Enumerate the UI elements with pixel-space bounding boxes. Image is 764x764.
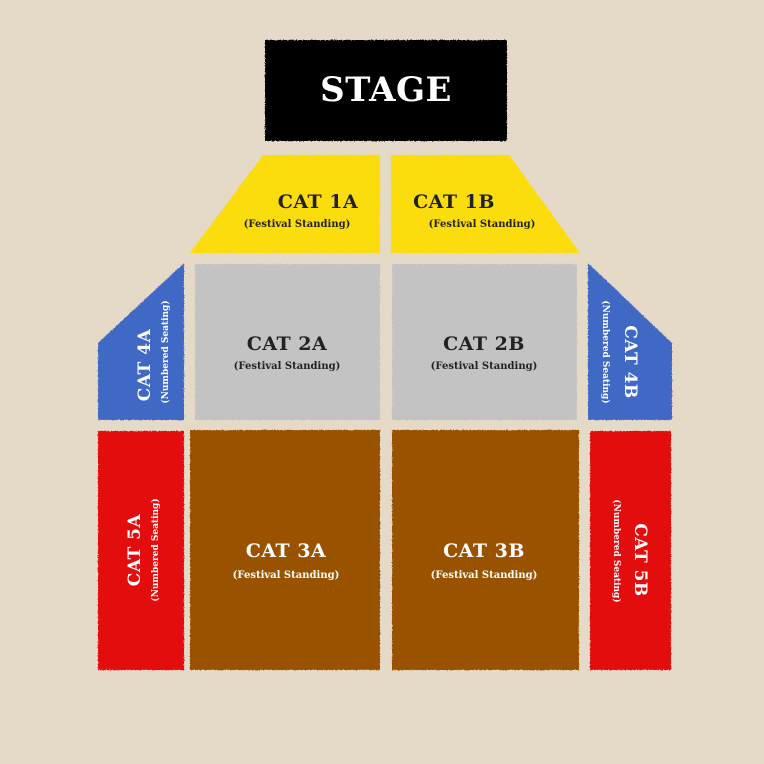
section-cat-1a-label: CAT 1A [278, 191, 359, 213]
section-cat-4b[interactable]: CAT 4B (Numbered Seating) [588, 263, 672, 420]
section-cat-3a[interactable]: CAT 3A (Festival Standing) [190, 430, 380, 670]
section-cat-5b[interactable]: CAT 5B (Numbered Seating) [590, 431, 671, 670]
section-cat-3b[interactable]: CAT 3B (Festival Standing) [392, 430, 579, 670]
section-cat-5b-type: (Numbered Seating) [611, 499, 622, 602]
section-cat-4a-label: CAT 4A [135, 329, 155, 402]
section-cat-4a-type: (Numbered Seating) [160, 300, 171, 403]
section-cat-2b-label: CAT 2B [443, 333, 525, 355]
section-cat-1a[interactable]: CAT 1A (Festival Standing) [190, 155, 380, 253]
section-cat-1b[interactable]: CAT 1B (Festival Standing) [391, 155, 580, 253]
section-cat-1b-label: CAT 1B [413, 191, 495, 213]
section-cat-4b-label: CAT 4B [620, 325, 640, 399]
section-cat-2a-type: (Festival Standing) [234, 361, 341, 372]
section-cat-1a-type: (Festival Standing) [244, 219, 351, 230]
stage: STAGE [265, 40, 507, 141]
section-cat-2b[interactable]: CAT 2B (Festival Standing) [392, 264, 577, 420]
section-cat-2a-label: CAT 2A [247, 333, 328, 355]
section-cat-2a[interactable]: CAT 2A (Festival Standing) [195, 264, 380, 420]
stage-label: STAGE [320, 70, 452, 110]
section-cat-2b-type: (Festival Standing) [431, 361, 538, 372]
section-cat-3a-label: CAT 3A [246, 540, 327, 562]
section-cat-5a[interactable]: CAT 5A (Numbered Seating) [98, 431, 184, 670]
section-cat-4b-type: (Numbered Seating) [600, 300, 611, 403]
section-cat-5a-type: (Numbered Seating) [150, 498, 161, 601]
seating-map: STAGE CAT 1A (Festival Standing) CAT 1B … [98, 40, 672, 670]
section-cat-4a[interactable]: CAT 4A (Numbered Seating) [98, 263, 184, 420]
section-cat-3a-type: (Festival Standing) [233, 570, 340, 581]
section-cat-3b-label: CAT 3B [443, 540, 525, 562]
section-cat-5b-label: CAT 5B [630, 523, 650, 597]
section-cat-5a-label: CAT 5A [125, 514, 145, 587]
section-cat-3b-type: (Festival Standing) [431, 570, 538, 581]
section-cat-1b-type: (Festival Standing) [429, 219, 536, 230]
